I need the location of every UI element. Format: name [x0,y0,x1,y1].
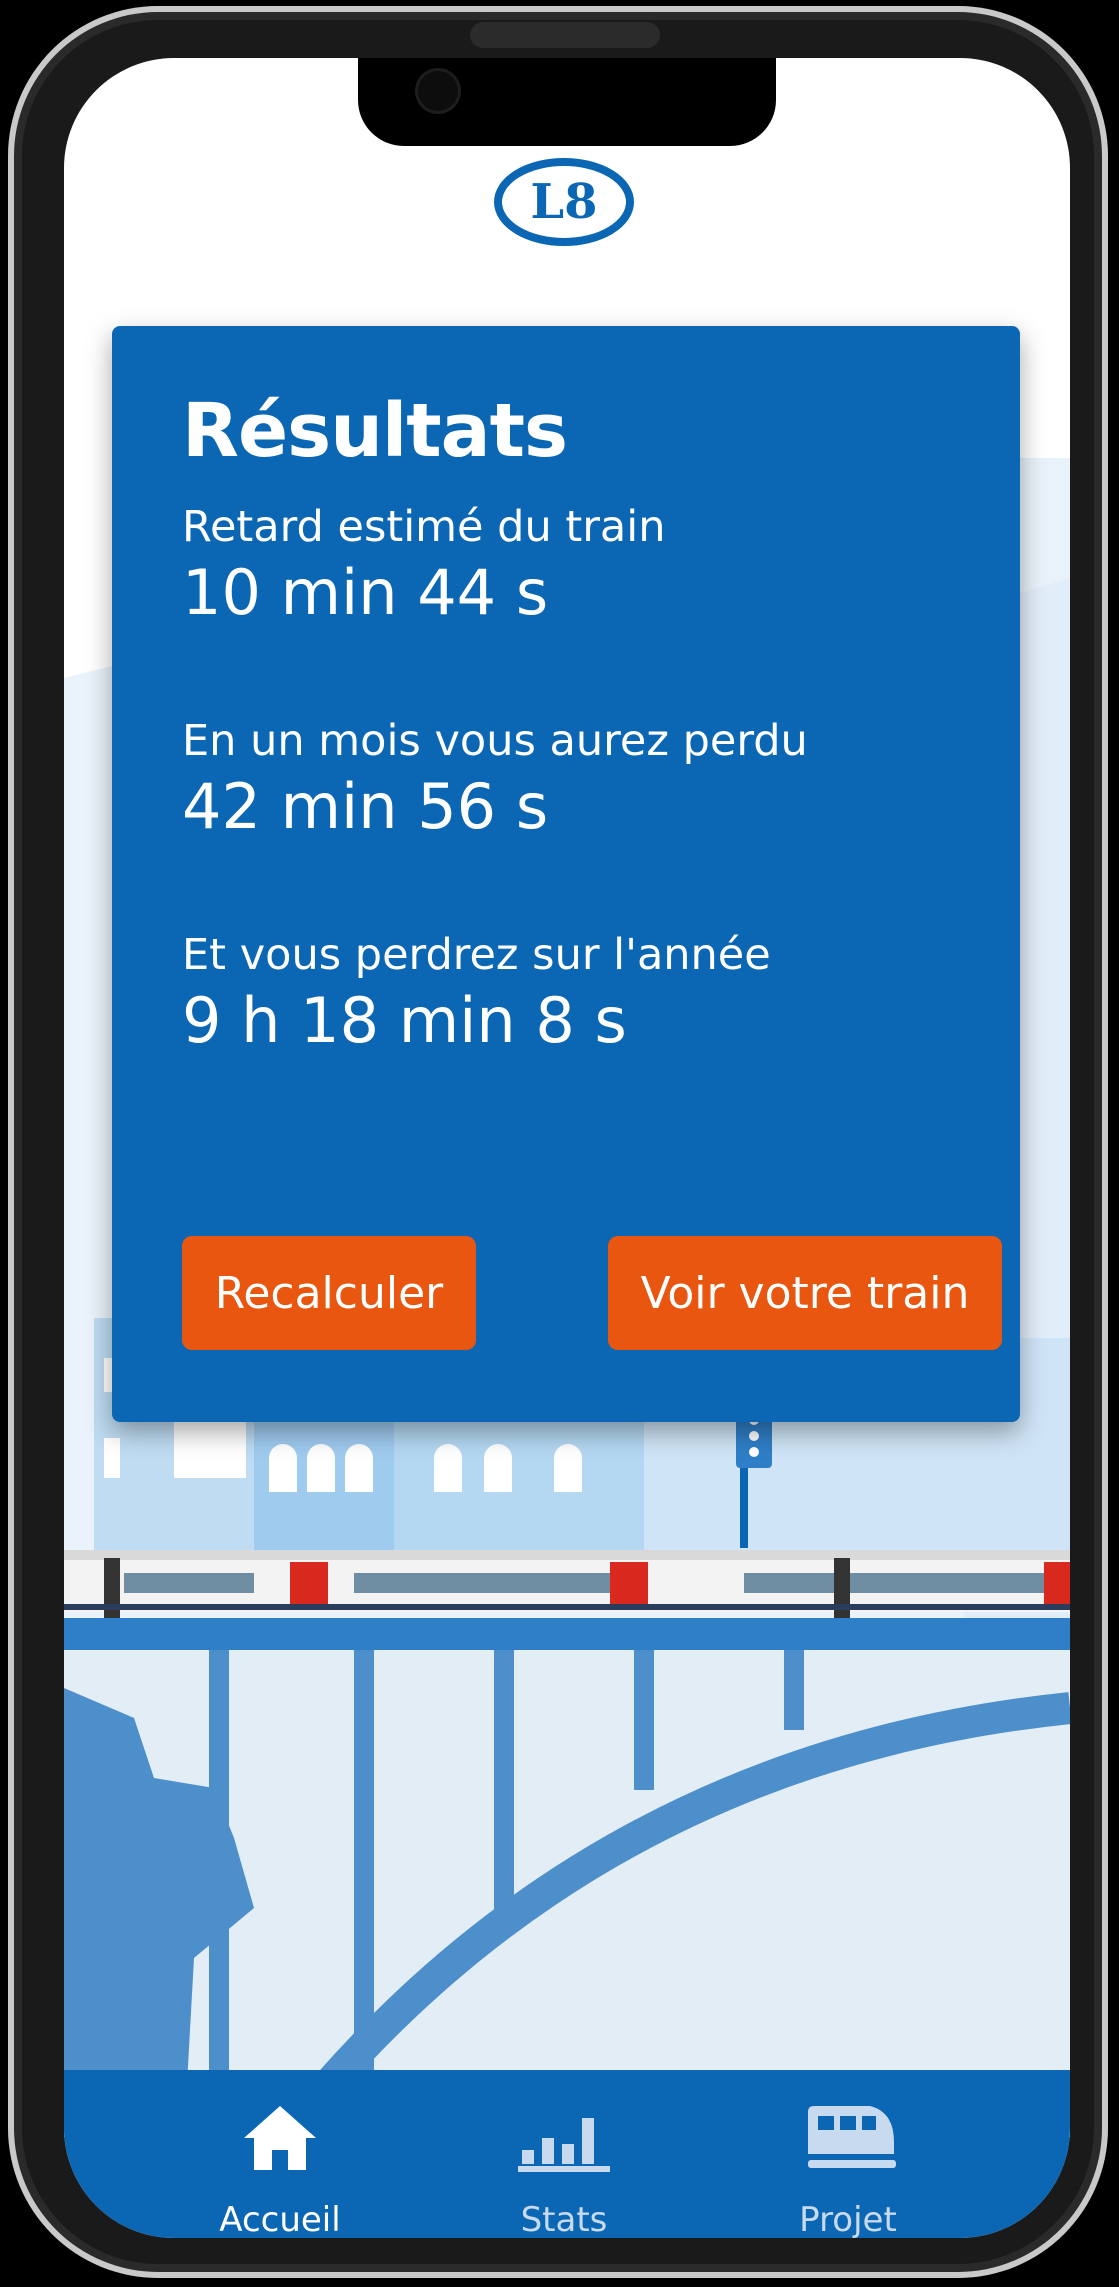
results-title: Résultats [182,388,568,474]
delay-label: Retard estimé du train [182,502,666,552]
month-value: 42 min 56 s [182,770,549,843]
view-train-button[interactable]: Voir votre train [608,1236,1002,1350]
nav-label-accueil: Accueil [219,2200,341,2238]
home-icon [244,2106,316,2170]
nav-label-projet: Projet [799,2200,897,2238]
recalculate-button[interactable]: Recalculer [182,1236,476,1350]
nav-item-accueil[interactable]: Accueil [160,2070,400,2238]
year-label: Et vous perdrez sur l'année [182,930,771,980]
camera [415,68,461,114]
results-card: Résultats Retard estimé du train 10 min … [112,326,1020,1422]
delay-value: 10 min 44 s [182,556,549,629]
logo-text: L8 [530,174,597,230]
app-screen: L8 Résultats Retard estimé du train 10 m… [64,58,1070,2238]
brand-logo: L8 [494,158,634,246]
bar-chart-icon [518,2118,610,2172]
month-label: En un mois vous aurez perdu [182,716,808,766]
bottom-nav: Accueil Stats Projet [64,2070,1070,2238]
nav-item-stats[interactable]: Stats [444,2070,684,2238]
train-icon [808,2106,896,2168]
year-value: 9 h 18 min 8 s [182,984,627,1057]
nav-item-projet[interactable]: Projet [728,2070,968,2238]
speaker-grille [470,22,660,48]
nav-label-stats: Stats [520,2200,608,2238]
phone-frame: L8 Résultats Retard estimé du train 10 m… [8,6,1108,2278]
notch [358,58,776,146]
